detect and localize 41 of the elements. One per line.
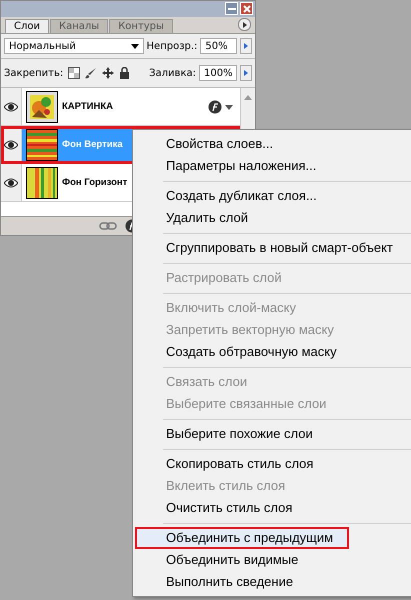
layer-name: Фон Вертика (62, 139, 123, 150)
menu-item[interactable]: Скопировать стиль слоя (135, 453, 411, 475)
link-icon[interactable] (99, 221, 117, 231)
fill-field[interactable]: 100% (199, 65, 237, 81)
close-button[interactable] (240, 2, 253, 15)
opacity-label: Непрозр.: (146, 40, 198, 52)
menu-item[interactable]: Объединить видимые (135, 549, 411, 571)
layer-name: КАРТИНКА (62, 101, 114, 112)
layer-name: Фон Горизонт (62, 177, 128, 188)
opacity-field[interactable]: 50% (200, 38, 238, 54)
close-icon (242, 4, 252, 14)
fill-slider-button[interactable] (240, 65, 252, 81)
brush-icon[interactable] (85, 67, 98, 79)
menu-item[interactable]: Очистить стиль слоя (135, 497, 411, 519)
fill-label: Заливка: (149, 68, 196, 78)
lock-label: Закрепить: (4, 68, 64, 78)
eye-icon[interactable] (4, 178, 18, 188)
menu-item[interactable]: Создать обтравочную маску (135, 341, 411, 363)
lock-transparency-icon[interactable] (68, 67, 80, 79)
stripes-thumbnail (26, 128, 58, 160)
stripes-thumbnail (26, 166, 58, 198)
eye-icon[interactable] (4, 140, 18, 150)
blend-mode-dropdown[interactable]: Нормальный (4, 38, 144, 54)
menu-item[interactable]: Выполнить сведение (135, 571, 411, 593)
menu-item[interactable]: Объединить с предыдущим (135, 527, 349, 549)
caret-icon (130, 44, 139, 48)
menu-item[interactable]: Удалить слой (135, 207, 411, 229)
triangle-icon (243, 69, 249, 77)
triangle-icon (240, 20, 248, 28)
opacity-slider-button[interactable] (240, 38, 252, 54)
triangle-icon (243, 42, 250, 50)
panel-tab[interactable]: Слои (5, 19, 49, 33)
panel-tab[interactable]: Контуры (109, 19, 173, 33)
panel-tab[interactable]: Каналы (50, 19, 108, 33)
menu-item[interactable]: Выберите похожие слои (135, 423, 411, 445)
effects-icon[interactable] (208, 100, 234, 114)
lock-icon[interactable] (119, 67, 130, 79)
move-icon[interactable] (102, 67, 114, 79)
menu-item[interactable]: Сгруппировать в новый смарт-объект (135, 237, 411, 259)
eye-icon[interactable] (4, 102, 18, 112)
panel-menu-button[interactable] (238, 18, 251, 31)
